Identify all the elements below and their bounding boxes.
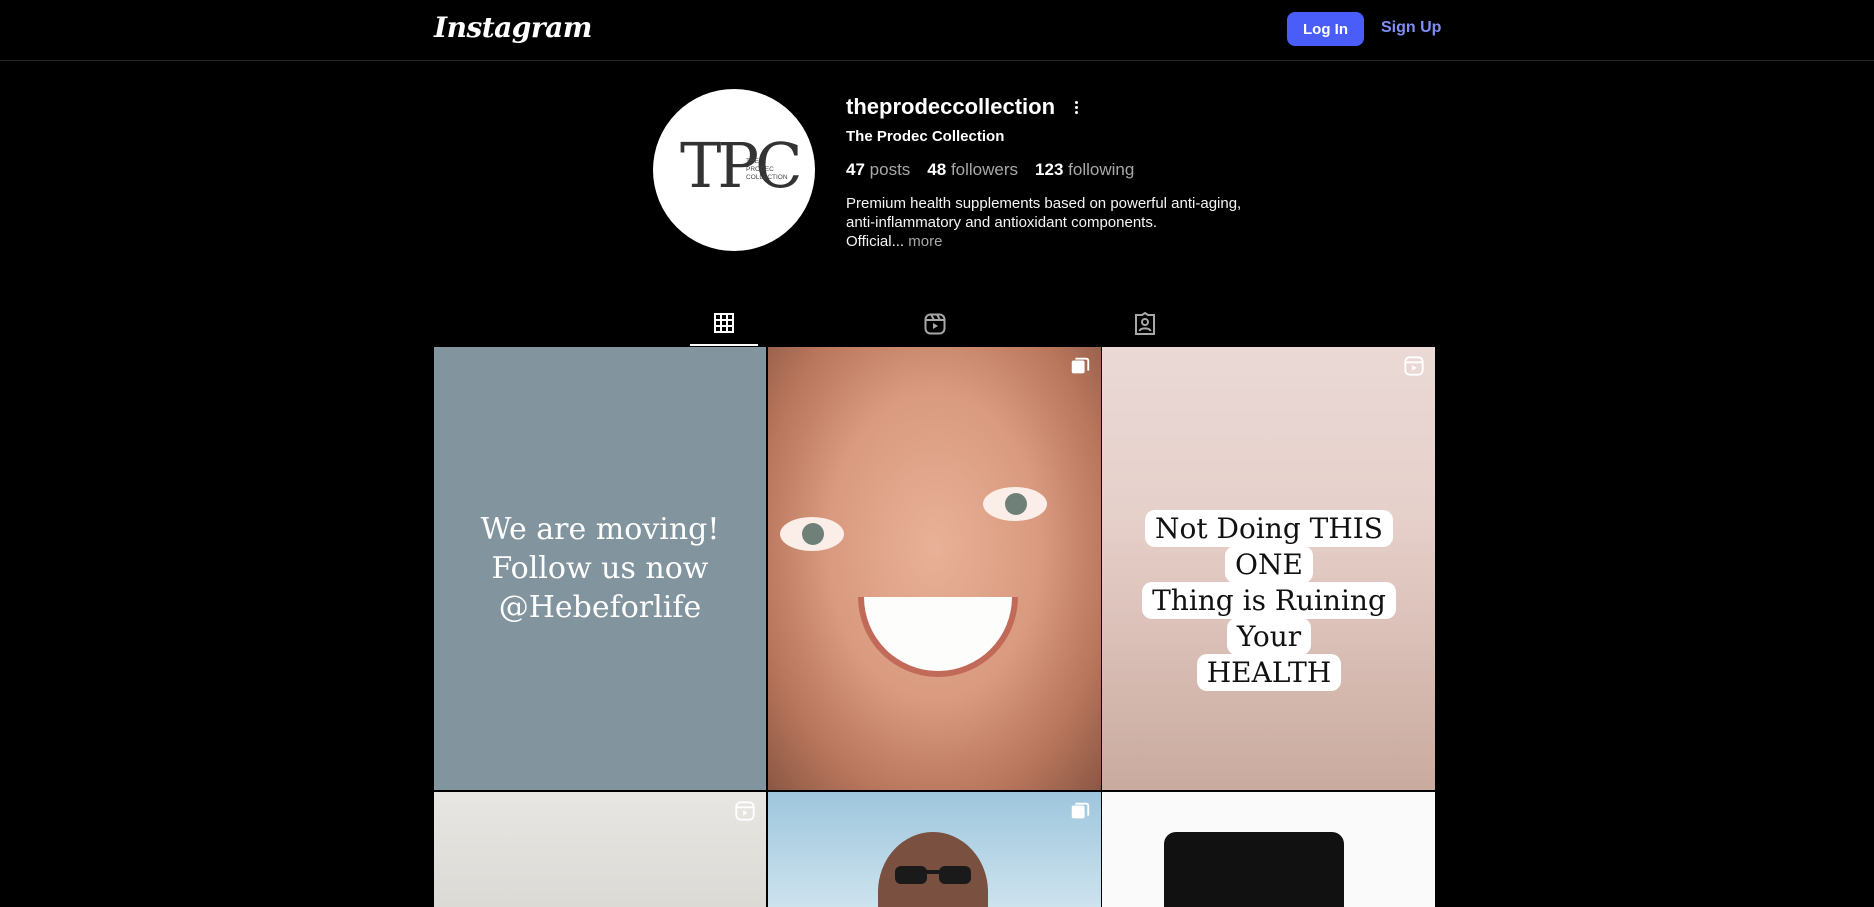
reel-icon (735, 801, 755, 821)
avatar-subtext-1: THE (746, 158, 760, 165)
post-tile[interactable]: We are moving! Follow us now @Hebeforlif… (434, 347, 766, 790)
signup-link[interactable]: Sign Up (1381, 19, 1441, 37)
photo-detail (858, 597, 1018, 677)
post-text: We are moving! Follow us now @Hebeforlif… (480, 512, 720, 625)
top-navbar: Instagram Log In Sign Up (0, 0, 1874, 61)
more-options-icon[interactable] (1068, 96, 1084, 118)
avatar-subtext-3: COLLECTION (746, 174, 788, 181)
profile-stats: 47 posts 48 followers 123 following (846, 160, 1134, 180)
profile-bio: Premium health supplements based on powe… (846, 194, 1266, 251)
avatar-logo: TPC THE PRODEC COLLECTION (680, 129, 803, 202)
post-tile[interactable] (434, 792, 766, 907)
post-tile[interactable]: Not Doing THIS ONE Thing is Ruining Your… (1102, 347, 1435, 790)
profile-username: theprodeccollection (846, 94, 1056, 119)
reels-icon (924, 313, 946, 335)
bio-line: anti-inflammatory and antioxidant compon… (846, 214, 1158, 231)
carousel-icon (1071, 357, 1090, 374)
carousel-icon (1071, 802, 1090, 819)
reel-icon (1404, 356, 1424, 376)
tagged-icon (1135, 312, 1155, 335)
instagram-logo[interactable]: Instagram (434, 11, 592, 44)
tab-tagged[interactable] (1111, 302, 1179, 346)
sunglasses-detail (895, 866, 971, 884)
posts-stat: 47 posts (846, 160, 911, 179)
bio-line: Official... (846, 233, 905, 250)
post-tile[interactable] (768, 792, 1101, 907)
post-tile[interactable] (1102, 792, 1435, 907)
login-button[interactable]: Log In (1287, 12, 1364, 46)
post-tile[interactable] (768, 347, 1101, 790)
posts-grid: We are moving! Follow us now @Hebeforlif… (434, 347, 1435, 907)
tab-reels[interactable] (901, 302, 969, 346)
grid-icon (714, 313, 734, 333)
following-stat[interactable]: 123 following (1035, 160, 1134, 180)
profile-full-name: The Prodec Collection (846, 128, 1005, 145)
bio-line: Premium health supplements based on powe… (846, 195, 1242, 212)
followers-stat[interactable]: 48 followers (927, 160, 1018, 180)
tab-posts[interactable] (690, 302, 758, 346)
post-text: Not Doing THIS ONE Thing is Ruining Your… (1116, 510, 1422, 691)
avatar-logo-text: TPC (680, 129, 799, 202)
profile-tabs (434, 302, 1435, 346)
photo-detail (983, 487, 1047, 521)
profile-avatar[interactable]: TPC THE PRODEC COLLECTION (653, 89, 815, 251)
avatar-subtext-2: PRODEC (746, 166, 774, 173)
photo-detail (780, 517, 844, 551)
bio-more-link[interactable]: more (908, 233, 942, 250)
